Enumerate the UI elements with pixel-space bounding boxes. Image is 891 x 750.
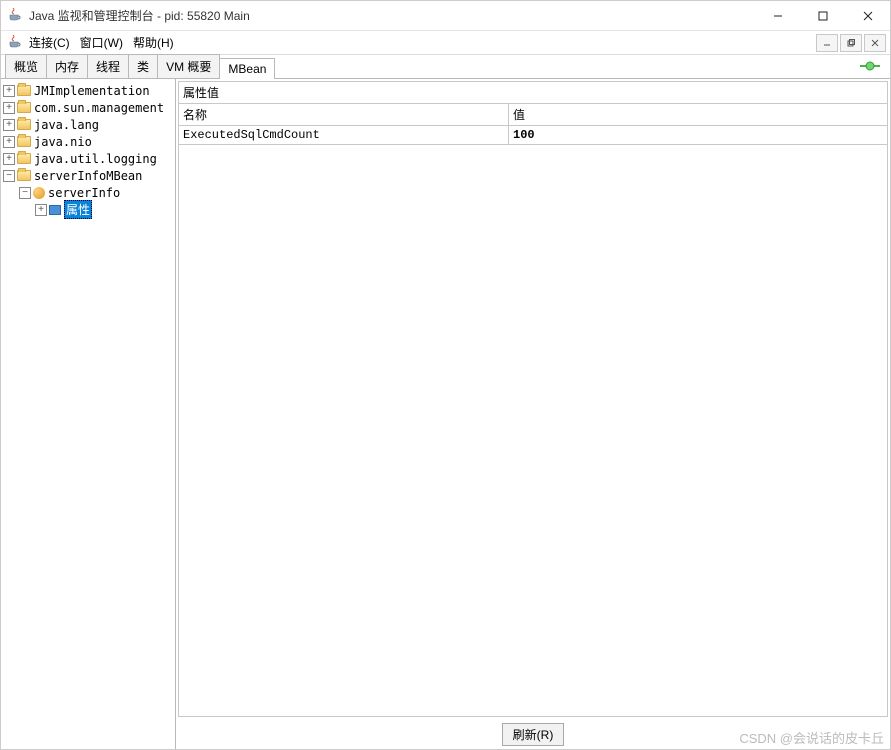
tree-node-comsunmanagement[interactable]: + com.sun.management <box>1 99 175 116</box>
folder-icon <box>17 119 31 130</box>
panel-footer: 刷新(R) CSDN @会说话的皮卡丘 <box>176 719 890 749</box>
tree-label: JMImplementation <box>34 84 150 98</box>
tab-vm-summary[interactable]: VM 概要 <box>157 54 220 78</box>
col-value-header[interactable]: 值 <box>509 104 887 125</box>
attribute-panel: 属性值 名称 值 ExecutedSqlCmdCount 100 刷新(R) C… <box>176 79 890 749</box>
java-icon-small <box>7 33 23 52</box>
mdi-minimize-button[interactable] <box>816 34 838 52</box>
tree-label: serverInfoMBean <box>34 169 142 183</box>
tab-overview[interactable]: 概览 <box>5 54 47 78</box>
tree-label: java.nio <box>34 135 92 149</box>
attr-value-cell: 100 <box>509 126 887 144</box>
tree-node-serverinfo[interactable]: − serverInfo <box>1 184 175 201</box>
close-button[interactable] <box>845 2 890 30</box>
minimize-button[interactable] <box>755 2 800 30</box>
col-name-header[interactable]: 名称 <box>179 104 509 125</box>
tab-classes[interactable]: 类 <box>128 54 158 78</box>
window-title: Java 监视和管理控制台 - pid: 55820 Main <box>29 7 755 24</box>
tab-memory[interactable]: 内存 <box>46 54 88 78</box>
attribute-table: 名称 值 ExecutedSqlCmdCount 100 <box>178 103 888 717</box>
folder-icon <box>17 85 31 96</box>
panel-title: 属性值 <box>178 81 888 103</box>
refresh-button[interactable]: 刷新(R) <box>502 723 565 746</box>
expand-icon[interactable]: + <box>3 102 15 114</box>
window-controls <box>755 2 890 30</box>
tree-node-attributes[interactable]: + 属性 <box>1 201 175 218</box>
tree-node-jmimplementation[interactable]: + JMImplementation <box>1 82 175 99</box>
mbean-icon <box>33 187 45 199</box>
collapse-icon[interactable]: − <box>3 170 15 182</box>
expand-icon[interactable]: + <box>3 85 15 97</box>
mbean-tree[interactable]: + JMImplementation + com.sun.management … <box>1 79 176 749</box>
tree-node-javautillogging[interactable]: + java.util.logging <box>1 150 175 167</box>
folder-icon <box>17 102 31 113</box>
expand-icon[interactable]: + <box>3 136 15 148</box>
expand-icon[interactable]: + <box>35 204 47 216</box>
mdi-restore-button[interactable] <box>840 34 862 52</box>
mdi-close-button[interactable] <box>864 34 886 52</box>
maximize-button[interactable] <box>800 2 845 30</box>
tree-node-javanio[interactable]: + java.nio <box>1 133 175 150</box>
table-empty-area <box>179 145 887 716</box>
tree-node-serverinfombean[interactable]: − serverInfoMBean <box>1 167 175 184</box>
tab-mbean[interactable]: MBean <box>219 58 275 79</box>
tree-label: com.sun.management <box>34 101 164 115</box>
tree-label: java.util.logging <box>34 152 157 166</box>
folder-icon <box>17 170 31 181</box>
expand-icon[interactable]: + <box>3 119 15 131</box>
tree-label: 属性 <box>64 200 92 219</box>
mdi-controls <box>816 34 886 52</box>
menu-connect[interactable]: 连接(C) <box>29 34 70 51</box>
table-header: 名称 值 <box>179 104 887 126</box>
connection-status-icon <box>860 60 880 75</box>
window-titlebar: Java 监视和管理控制台 - pid: 55820 Main <box>1 1 890 31</box>
folder-icon <box>17 153 31 164</box>
attributes-icon <box>49 205 61 215</box>
tree-label: java.lang <box>34 118 99 132</box>
java-icon <box>7 6 23 25</box>
table-row[interactable]: ExecutedSqlCmdCount 100 <box>179 126 887 145</box>
tree-node-javalang[interactable]: + java.lang <box>1 116 175 133</box>
expand-icon[interactable]: + <box>3 153 15 165</box>
menu-bar: 连接(C) 窗口(W) 帮助(H) <box>1 31 890 55</box>
tab-bar: 概览 内存 线程 类 VM 概要 MBean <box>1 55 890 79</box>
menu-help[interactable]: 帮助(H) <box>133 34 174 51</box>
watermark: CSDN @会说话的皮卡丘 <box>739 728 884 747</box>
folder-icon <box>17 136 31 147</box>
collapse-icon[interactable]: − <box>19 187 31 199</box>
tab-threads[interactable]: 线程 <box>87 54 129 78</box>
menu-window[interactable]: 窗口(W) <box>80 34 123 51</box>
tree-label: serverInfo <box>48 186 120 200</box>
attr-name-cell: ExecutedSqlCmdCount <box>179 126 509 144</box>
